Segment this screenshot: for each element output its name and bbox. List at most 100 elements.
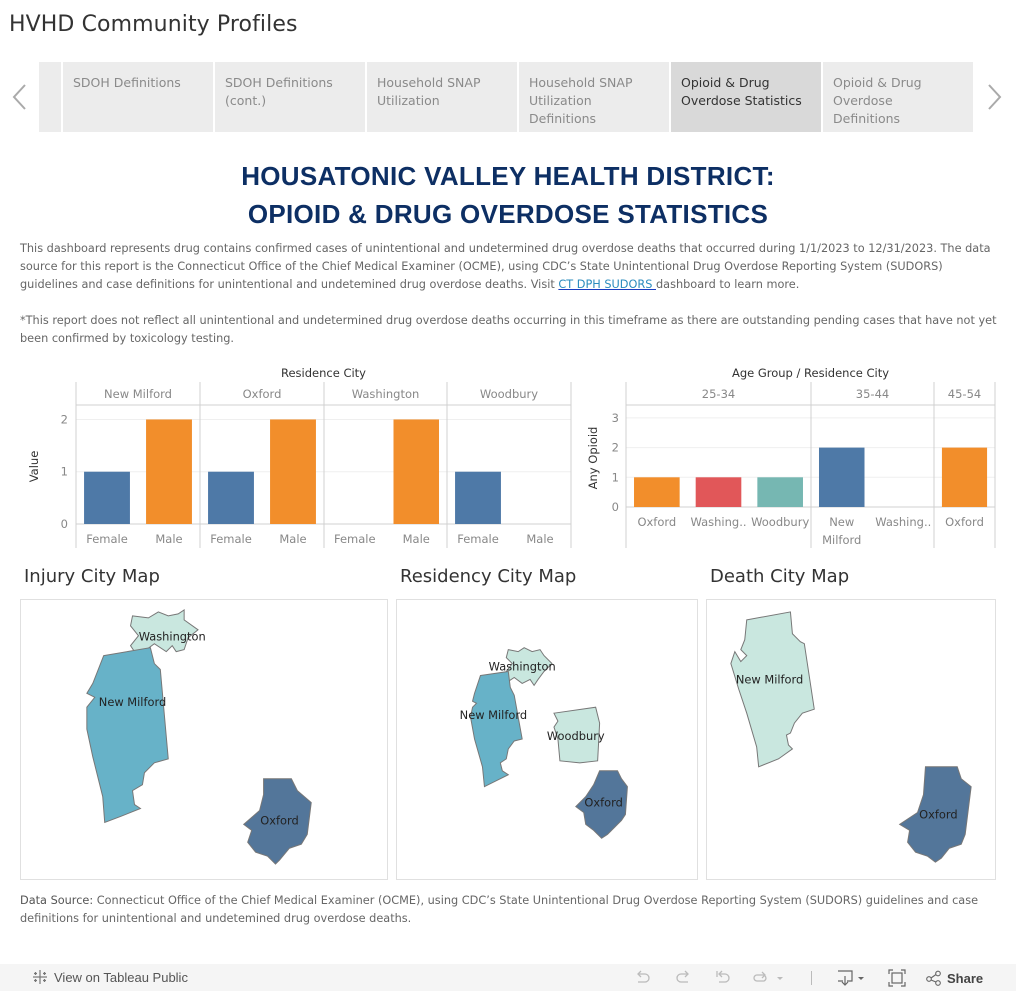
share-icon: [926, 970, 941, 986]
share-label: Share: [947, 970, 984, 986]
tab-opioid-drug-overdose-definitions[interactable]: Opioid & Drug Overdose Definitions: [823, 62, 973, 132]
tableau-toolbar: View on Tableau Public Share: [0, 964, 1016, 991]
intro-paragraph: This dashboard represents drug contains …: [20, 240, 1000, 294]
tabs-scroll-left-button[interactable]: [9, 80, 31, 114]
x-tick-label: Female: [334, 532, 376, 546]
x-tick-label: Washing..: [875, 515, 931, 529]
x-tick-label-line: New: [829, 515, 854, 529]
x-tick-label: Washing..: [690, 515, 746, 529]
x-tick-label: Female: [210, 532, 252, 546]
tabs-scroll-right-button[interactable]: [983, 80, 1005, 114]
x-tick-label: Male: [155, 532, 182, 546]
y-tick-label: 0: [61, 517, 68, 531]
ct-dph-sudors-link[interactable]: CT DPH SUDORS: [558, 278, 656, 291]
injury-map-title: Injury City Map: [24, 566, 160, 587]
tableau-logo-icon: [33, 970, 47, 984]
redo-button[interactable]: [674, 968, 692, 988]
tab-household-snap-utilization-definitions[interactable]: Household SNAP Utilization Definitions: [519, 62, 669, 132]
bar-25-34-woodbury[interactable]: [757, 477, 803, 507]
map-label-new-milford: New Milford: [99, 695, 166, 709]
dashboard-tabs: SDOHSDOH DefinitionsSDOH Definitions (co…: [0, 62, 1016, 132]
injury-map-svg: Washington New Milford Oxford: [86, 609, 312, 865]
bar-new-milford-female[interactable]: [84, 471, 130, 524]
tab-sdoh-definitions[interactable]: SDOH Definitions: [63, 62, 213, 132]
y-axis-label: Value: [27, 451, 41, 483]
data-source-text: Connecticut Office of the Chief Medical …: [20, 894, 979, 925]
heading-line-2: OPIOID & DRUG OVERDOSE STATISTICS: [247, 199, 769, 229]
map-label-washington: Washington: [489, 659, 556, 673]
toolbar-separator: [811, 971, 812, 985]
refresh-button[interactable]: [752, 968, 786, 988]
view-on-tableau-public-button[interactable]: View on Tableau Public: [32, 969, 188, 985]
undo-icon: [637, 970, 650, 983]
map-label-washington: Washington: [139, 630, 206, 644]
tabs-viewport: SDOHSDOH DefinitionsSDOH Definitions (co…: [39, 62, 977, 132]
bar-woodbury-female[interactable]: [455, 471, 501, 524]
chevron-left-icon: [12, 84, 26, 110]
residency-map-title: Residency City Map: [400, 566, 577, 587]
map-region-new-milford[interactable]: [86, 647, 169, 824]
intro-text-end: dashboard to learn more.: [656, 278, 800, 291]
x-tick-label: Male: [526, 532, 553, 546]
y-tick-label: 3: [612, 411, 619, 425]
map-region-new-milford[interactable]: [730, 611, 815, 768]
data-source-label: Data Source:: [20, 894, 94, 907]
bar-35-44-new-milford[interactable]: [818, 447, 865, 507]
pane-header-label: Washington: [352, 387, 420, 401]
x-tick-label: New Milford: [822, 515, 861, 547]
y-axis-label: Any Opioid: [586, 427, 600, 490]
fullscreen-icon: [888, 969, 906, 987]
x-tick-label: Woodbury: [751, 515, 809, 529]
view-on-tableau-public-label: View on Tableau Public: [54, 969, 188, 985]
pane-header-label: 45-54: [948, 387, 981, 401]
y-tick-label: 0: [612, 500, 619, 514]
data-source-note: Data Source: Connecticut Office of the C…: [20, 892, 1000, 928]
age-group-opioid-chart-svg: Age Group / Residence City Any Opioid 0 1 2 3…: [586, 366, 996, 548]
bar-oxford-female[interactable]: [208, 471, 254, 524]
x-tick-label: Male: [279, 532, 306, 546]
death-city-map[interactable]: New Milford Oxford: [706, 599, 996, 880]
fullscreen-button[interactable]: [888, 968, 906, 988]
revert-icon: [716, 970, 730, 983]
y-tick-label: 2: [61, 412, 68, 426]
tab-household-snap-utilization[interactable]: Household SNAP Utilization: [367, 62, 517, 132]
pane-header-label: 35-44: [856, 387, 889, 401]
bar-25-34-oxford[interactable]: [634, 477, 680, 507]
bar-45-54-oxford[interactable]: [941, 447, 988, 507]
refresh-dropdown-icon: [753, 971, 783, 982]
bar-new-milford-male[interactable]: [146, 419, 192, 524]
tab-sdoh[interactable]: SDOH: [39, 62, 61, 132]
dashboard-heading: HOUSATONIC VALLEY HEALTH DISTRICT: OPIOI…: [0, 157, 1016, 233]
bar-washington-male[interactable]: [393, 419, 440, 524]
download-icon: [838, 970, 864, 986]
map-label-new-milford: New Milford: [736, 672, 803, 686]
chart-title: Age Group / Residence City: [732, 366, 889, 380]
download-button[interactable]: [836, 968, 868, 988]
y-tick-label: 1: [61, 465, 68, 479]
share-button[interactable]: Share: [926, 968, 983, 988]
map-label-oxford: Oxford: [260, 813, 298, 827]
injury-city-map[interactable]: Washington New Milford Oxford: [20, 599, 388, 880]
death-map-svg: New Milford Oxford: [730, 611, 972, 863]
residency-map-svg: Washington New Milford Woodbury Oxford: [460, 647, 628, 839]
intro-text: This dashboard represents drug contains …: [20, 240, 1000, 348]
bar-25-34-washing-[interactable]: [695, 477, 742, 507]
pane-header-label: New Milford: [104, 387, 172, 401]
tab-opioid-drug-overdose-statistics[interactable]: Opioid & Drug Overdose Statistics: [671, 62, 821, 132]
x-tick-label: Male: [403, 532, 430, 546]
disclaimer-paragraph: *This report does not reflect all uninte…: [20, 314, 997, 345]
tab-sdoh-definitions-cont[interactable]: SDOH Definitions (cont.): [215, 62, 365, 132]
x-tick-label: Oxford: [945, 515, 984, 529]
residency-city-map[interactable]: Washington New Milford Woodbury Oxford: [396, 599, 698, 880]
map-label-woodbury: Woodbury: [547, 729, 605, 743]
bar-oxford-male[interactable]: [270, 419, 316, 524]
undo-button[interactable]: [634, 968, 652, 988]
revert-button[interactable]: [714, 968, 732, 988]
intro-text-start: This dashboard represents drug contains …: [20, 242, 991, 291]
map-region-new-milford[interactable]: [470, 670, 523, 788]
x-tick-label: Female: [457, 532, 499, 546]
y-tick-label: 2: [612, 441, 619, 455]
residence-city-sex-chart: Residence City Value 0 1 2 New Milford Female M…: [20, 362, 580, 552]
redo-icon: [676, 970, 689, 983]
chevron-right-icon: [988, 84, 1002, 110]
